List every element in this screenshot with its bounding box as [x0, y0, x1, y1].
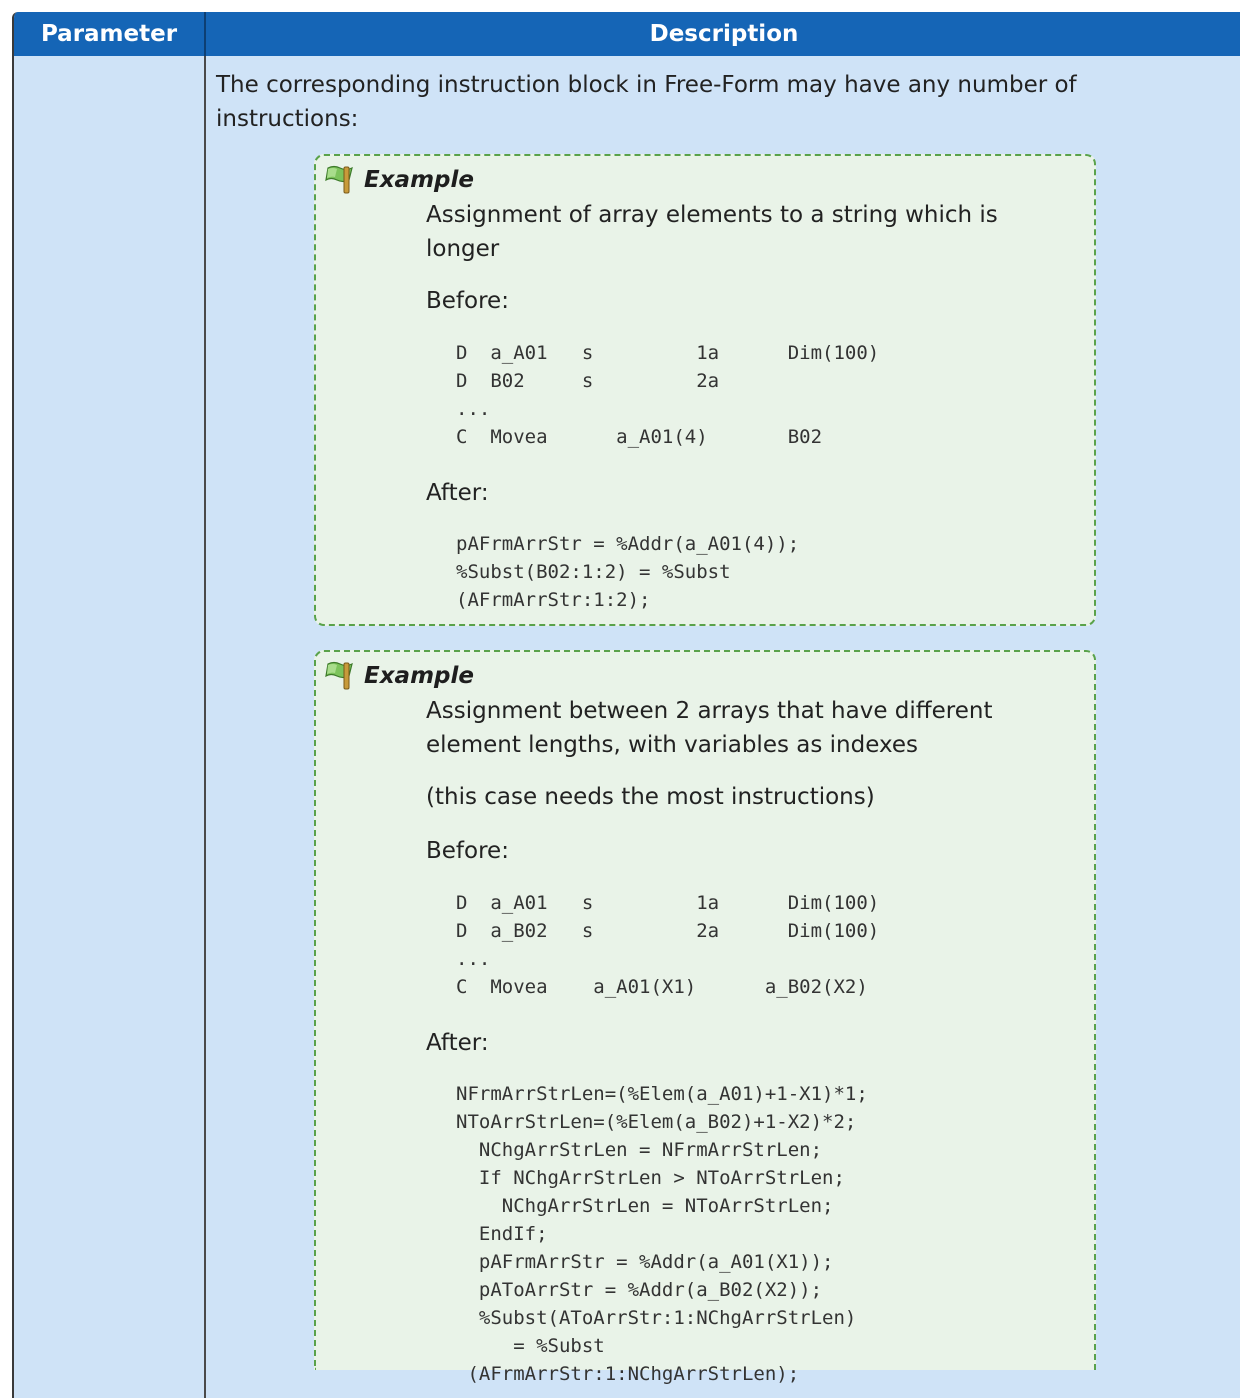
- before-label: Before:: [426, 838, 509, 864]
- before-code: D a_A01 s 1a Dim(100) D B02 s 2a ... C M…: [456, 342, 880, 448]
- example-description: Assignment of array elements to a string…: [426, 202, 998, 262]
- description-cell: The corresponding instruction block in F…: [206, 56, 1240, 1398]
- after-code: pAFrmArrStr = %Addr(a_A01(4)); %Subst(B0…: [456, 533, 800, 611]
- before-code: D a_A01 s 1a Dim(100) D a_B02 s 2a Dim(1…: [456, 892, 880, 998]
- header-parameter: Parameter: [40, 21, 178, 47]
- flag-icon: [322, 660, 356, 690]
- example-description: Assignment between 2 arrays that have di…: [426, 698, 993, 758]
- table-header: Parameter Description: [14, 12, 1240, 56]
- example-box: Example Assignment between 2 arrays that…: [314, 650, 1096, 1385]
- after-label: After:: [426, 1030, 489, 1056]
- example-title: Example: [364, 167, 474, 193]
- parameter-cell: [14, 56, 204, 1398]
- example-box: Example Assignment of array elements to …: [314, 154, 1096, 626]
- after-code: NFrmArrStrLen=(%Elem(a_A01)+1-X1)*1; NTo…: [456, 1083, 868, 1385]
- after-label: After:: [426, 480, 489, 506]
- example-note: (this case needs the most instructions): [426, 784, 875, 810]
- flag-icon: [322, 164, 356, 194]
- intro-text: The corresponding instruction block in F…: [216, 72, 1077, 132]
- header-description: Description: [649, 21, 799, 47]
- before-label: Before:: [426, 288, 509, 314]
- parameter-table: Parameter Description The corresponding …: [12, 12, 1240, 1398]
- example-title: Example: [364, 663, 474, 689]
